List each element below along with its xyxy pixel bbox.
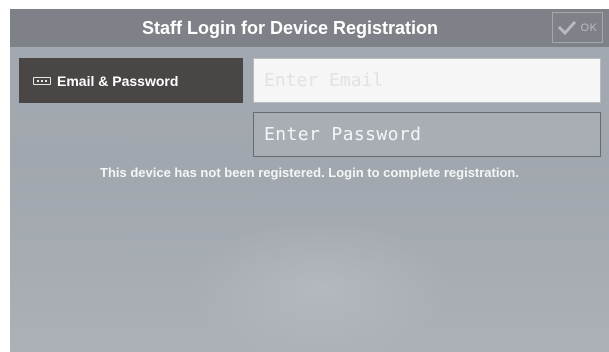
tab-email-password[interactable]: Email & Password — [19, 58, 243, 103]
check-icon — [557, 20, 576, 35]
ok-label: OK — [580, 21, 598, 34]
keyboard-icon — [33, 76, 51, 85]
title-bar: Staff Login for Device Registration OK — [10, 9, 609, 47]
password-field[interactable] — [253, 112, 601, 157]
page-title: Staff Login for Device Registration — [141, 18, 439, 38]
email-field[interactable] — [253, 58, 601, 103]
ok-button[interactable]: OK — [552, 12, 603, 43]
registration-notice: This device has not been registered. Log… — [100, 165, 519, 180]
tab-email-password-label: Email & Password — [57, 72, 179, 89]
registration-screen: Staff Login for Device Registration OK E… — [10, 9, 609, 352]
